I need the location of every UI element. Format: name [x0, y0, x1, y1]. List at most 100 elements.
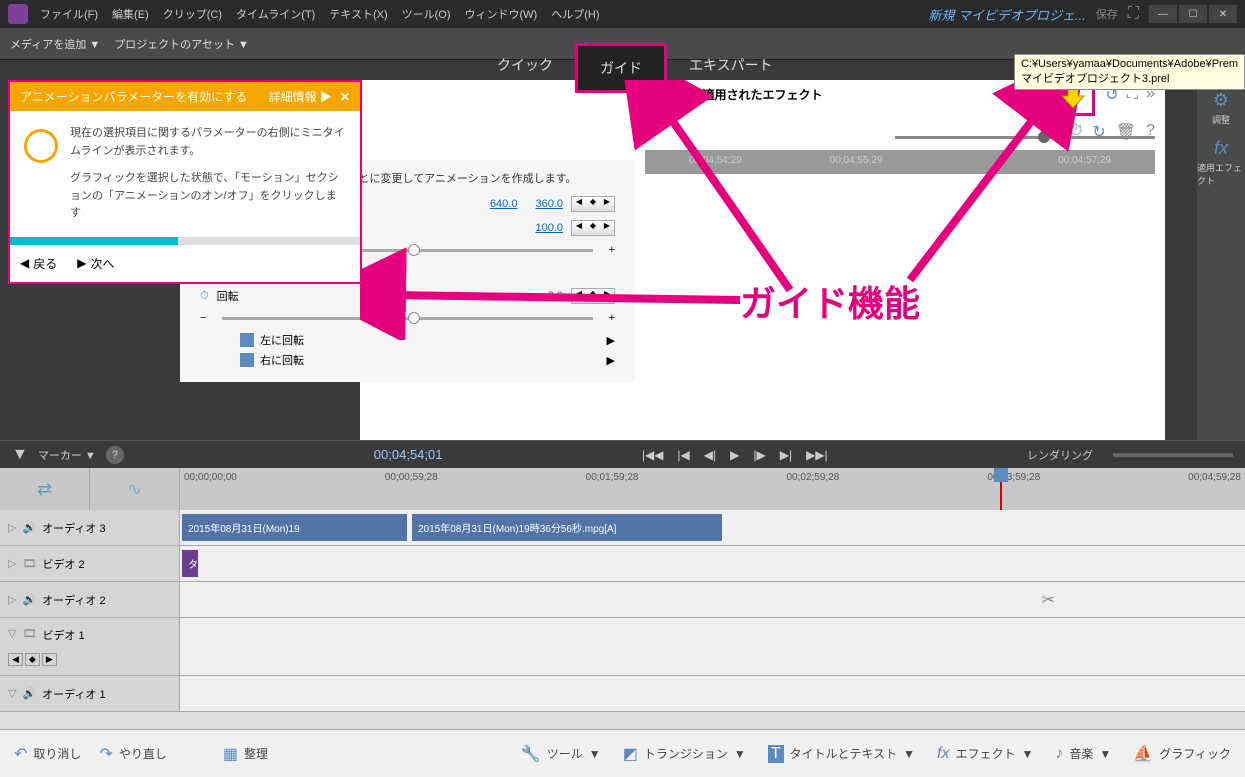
step-back-button[interactable]: ◀| — [704, 448, 716, 462]
menu-timeline[interactable]: タイムライン(T) — [236, 6, 315, 22]
track-audio3: ▷🔊オーディオ 3 2015年08月31日(Mon)19 2015年08月31日… — [0, 510, 1245, 546]
goto-start-button[interactable]: |◀◀ — [642, 448, 664, 462]
tool-label: ツール — [547, 745, 583, 762]
project-assets-button[interactable]: プロジェクトのアセット ▼ — [114, 36, 249, 52]
film-icon[interactable]: 🎞 — [22, 557, 36, 570]
menu-edit[interactable]: 編集(E) — [112, 6, 149, 22]
menu-clip[interactable]: クリップ(C) — [163, 6, 222, 22]
play-button[interactable]: ▶ — [730, 448, 739, 462]
undo-icon: ↶ — [14, 744, 27, 764]
chevron-right-icon: ▶ — [77, 256, 86, 270]
app-icon — [8, 4, 28, 24]
prev-button[interactable]: |◀ — [677, 448, 689, 462]
transition-button[interactable]: ◩トランジション▼ — [623, 744, 746, 764]
marker-dropdown[interactable]: マーカー ▼ — [38, 447, 96, 463]
help-button[interactable]: ? — [106, 446, 124, 464]
organize-button[interactable]: ▦整理 — [223, 744, 268, 764]
track-audio2: ▷ 🔊 オーディオ 2 ✂ — [0, 582, 1245, 618]
music-button[interactable]: ♪音楽▼ — [1055, 744, 1111, 764]
redo-icon: ↷ — [99, 744, 112, 764]
timeline-view-button[interactable]: ⇄ — [0, 468, 90, 510]
transport-bar: ▼ マーカー ▼ ? 00;04;54;01 |◀◀ |◀ ◀| ▶ |▶ ▶|… — [0, 440, 1245, 468]
graphic-button[interactable]: ⛵グラフィック — [1133, 744, 1231, 764]
ruler-tick: 00;01;59;28 — [586, 472, 639, 483]
playhead[interactable] — [1000, 468, 1002, 510]
rotate-left-icon — [240, 333, 254, 347]
minimize-button[interactable]: — — [1149, 5, 1177, 23]
transition-label: トランジション — [644, 745, 728, 762]
back-label: 戻る — [33, 255, 57, 272]
next-button[interactable]: ▶| — [780, 448, 792, 462]
guide-next-button[interactable]: ▶次へ — [77, 255, 114, 272]
text-icon: T — [768, 745, 784, 763]
redo-button[interactable]: ↷やり直し — [99, 744, 166, 764]
tooltip-line2: マイビデオプロジェクト3.prel — [1021, 70, 1238, 86]
guide-progress — [10, 237, 360, 245]
nav-key-button[interactable]: ◆ — [25, 653, 40, 666]
maximize-button[interactable]: ☐ — [1179, 5, 1207, 23]
rotate-right-button[interactable]: 右に回転▶ — [240, 352, 615, 368]
organize-label: 整理 — [244, 745, 268, 762]
applied-fx-label: 適用エフェクト — [1197, 161, 1245, 187]
track-label: ビデオ 1 — [42, 627, 84, 643]
menu-file[interactable]: ファイル(F) — [40, 6, 98, 22]
nav-prev-button[interactable]: ◀ — [8, 653, 23, 666]
render-button[interactable]: レンダリング — [1027, 447, 1093, 463]
applied-fx-tab[interactable]: fx 適用エフェクト — [1197, 135, 1245, 190]
expand-icon[interactable]: ▷ — [8, 557, 16, 570]
title-text-button[interactable]: Tタイトルとテキスト▼ — [768, 744, 915, 764]
minus-icon: − — [200, 312, 206, 324]
scissors-icon[interactable]: ✂ — [1042, 590, 1055, 610]
marker-add-icon[interactable]: ▼ — [12, 446, 28, 464]
track-video1: ▽ 🎞 ビデオ 1 ◀◆▶ — [0, 618, 1245, 676]
effect-label: エフェクト — [956, 745, 1016, 762]
speaker-icon[interactable]: 🔊 — [22, 521, 36, 534]
music-label: 音楽 — [1069, 745, 1093, 762]
guide-text-2: グラフィックを選択した状態で、「モーション」セクションの「アニメーションのオン/… — [70, 170, 346, 223]
music-icon: ♪ — [1055, 745, 1063, 763]
menu-text[interactable]: テキスト(X) — [329, 6, 387, 22]
expand-icon[interactable]: ▷ — [8, 593, 16, 606]
speaker-icon[interactable]: 🔊 — [22, 593, 36, 606]
step-fwd-button[interactable]: |▶ — [753, 448, 765, 462]
tool-button[interactable]: 🔧ツール▼ — [521, 744, 601, 764]
collapse-icon[interactable]: ▽ — [8, 687, 16, 700]
menu-tool[interactable]: ツール(O) — [402, 6, 451, 22]
tooltip-line1: C:¥Users¥yamaa¥Documents¥Adobe¥Prem — [1021, 58, 1238, 70]
menu-help[interactable]: ヘルプ(H) — [551, 6, 599, 22]
audio-wave-button[interactable]: ∿ — [90, 468, 180, 510]
annotation-text: ガイド機能 — [740, 275, 920, 327]
guide-close-button[interactable]: ✕ — [340, 90, 350, 104]
goto-end-button[interactable]: ▶▶| — [806, 448, 828, 462]
rotate-left-label: 左に回転 — [260, 332, 304, 348]
add-media-button[interactable]: メディアを追加 ▼ — [10, 36, 100, 52]
clip[interactable]: 2015年08月31日(Mon)19時36分56秒.mpg[A] — [412, 514, 722, 541]
guide-detail-link[interactable]: 詳細情報 ▶ — [269, 88, 332, 105]
collapse-icon[interactable]: ▽ — [8, 627, 16, 643]
track-video2: ▷🎞ビデオ 2 タ — [0, 546, 1245, 582]
track-label: オーディオ 2 — [42, 592, 105, 608]
right-sidebar: ⚙ 調整 fx 適用エフェクト — [1197, 80, 1245, 440]
save-button[interactable]: 保存 — [1096, 6, 1118, 22]
ruler-tick: 00;02;59;28 — [786, 472, 839, 483]
guide-back-button[interactable]: ◀戻る — [20, 255, 57, 272]
clip[interactable]: 2015年08月31日(Mon)19 — [182, 514, 407, 541]
menu-window[interactable]: ウィンドウ(W) — [465, 6, 538, 22]
ruler-tick: 00;00;00;00 — [184, 472, 237, 483]
timeline-ruler[interactable]: 00;00;00;00 00;00;59;28 00;01;59;28 00;0… — [180, 468, 1245, 510]
clip[interactable]: タ — [182, 550, 198, 577]
fullscreen-icon[interactable]: ⛶ — [1128, 5, 1139, 23]
undo-button[interactable]: ↶取り消し — [14, 744, 81, 764]
effect-button[interactable]: fxエフェクト▼ — [937, 744, 1033, 764]
graphic-label: グラフィック — [1159, 745, 1231, 762]
film-icon[interactable]: 🎞 — [22, 627, 36, 643]
track-label: オーディオ 1 — [42, 686, 105, 702]
close-button[interactable]: ✕ — [1209, 5, 1237, 23]
expand-icon[interactable]: ▷ — [8, 521, 16, 534]
speaker-icon[interactable]: 🔊 — [22, 687, 36, 700]
ruler-tick: 00;04;59;28 — [1188, 472, 1241, 483]
zoom-slider[interactable] — [1113, 453, 1233, 457]
nav-next-button[interactable]: ▶ — [42, 653, 57, 666]
stopwatch-icon[interactable]: ⏱ — [200, 290, 209, 303]
transition-icon: ◩ — [623, 744, 638, 764]
